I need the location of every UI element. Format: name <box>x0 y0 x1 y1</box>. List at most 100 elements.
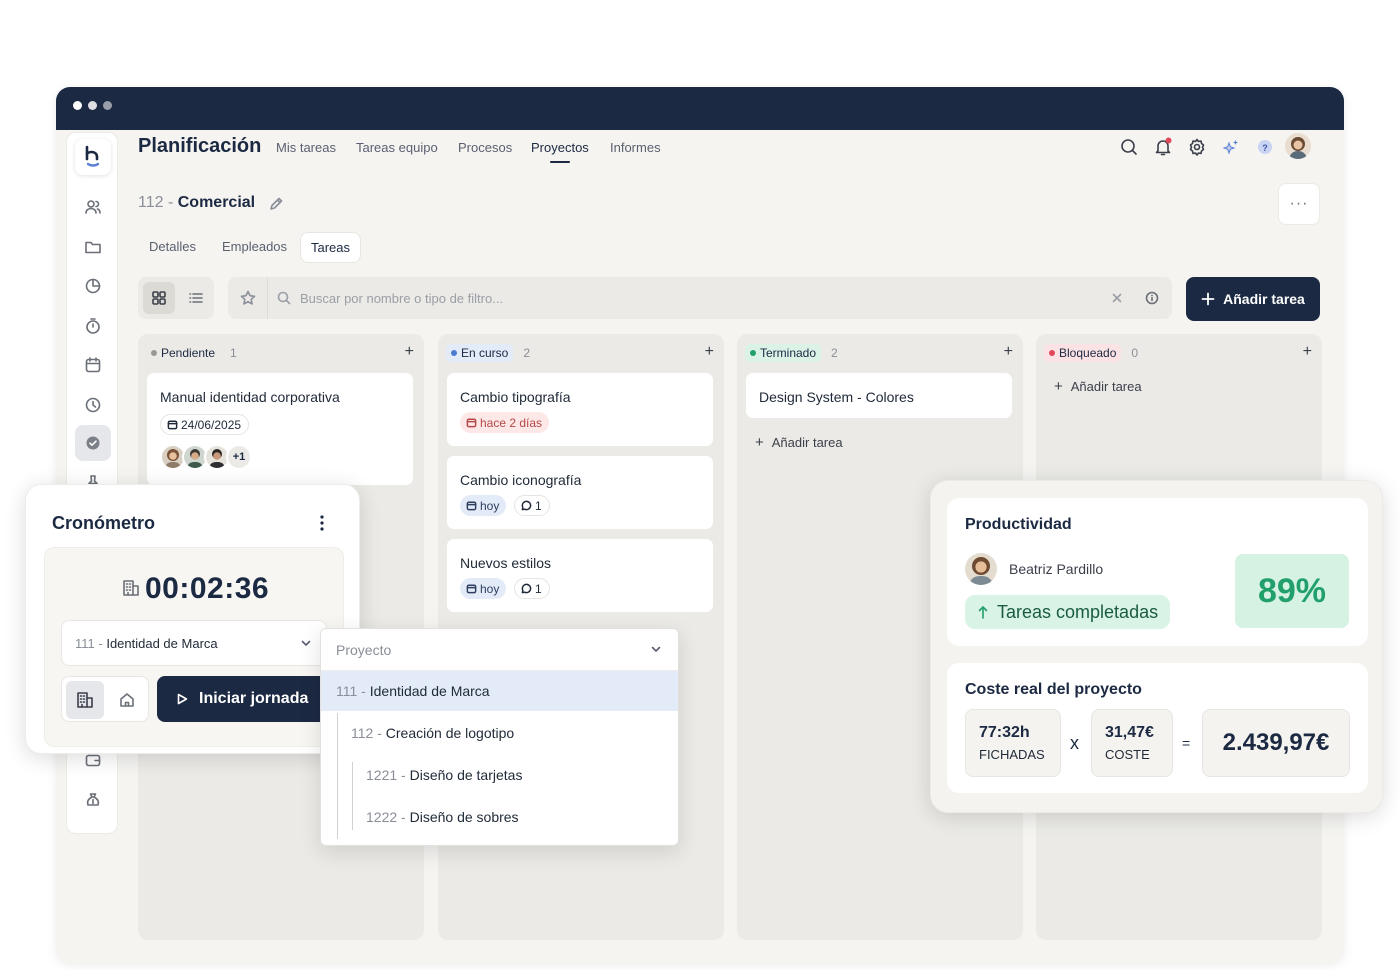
chevron-down-icon <box>650 643 662 655</box>
comments-count: 1 <box>535 581 542 596</box>
task-card[interactable]: Nuevos estilos hoy 1 <box>446 538 714 613</box>
project-cost-card: Coste real del proyecto 77:32h FICHADAS … <box>947 663 1368 793</box>
bell-icon[interactable] <box>1153 137 1173 157</box>
rate-label: COSTE <box>1105 747 1150 762</box>
nav-informes[interactable]: Informes <box>610 140 661 155</box>
star-icon[interactable] <box>228 277 268 319</box>
project-separator: - <box>163 194 178 211</box>
column-status-label: Terminado <box>760 346 817 360</box>
task-card[interactable]: Design System - Colores <box>745 372 1013 419</box>
status-badge: Terminado <box>745 344 822 362</box>
extra-assignees-badge[interactable]: +1 <box>226 444 252 470</box>
user-name: Beatriz Pardillo <box>1009 561 1104 577</box>
task-title: Design System - Colores <box>759 389 914 405</box>
due-date-badge: 24/06/2025 <box>160 414 250 435</box>
money-bag-icon[interactable] <box>81 788 105 812</box>
hours-label: FICHADAS <box>979 747 1045 762</box>
home-mode-icon[interactable] <box>108 681 146 719</box>
add-card-icon[interactable]: + <box>1303 344 1312 360</box>
due-date-text: hace 2 días <box>480 415 543 430</box>
logo[interactable] <box>75 139 111 175</box>
project-name: Comercial <box>177 194 256 211</box>
nav-procesos[interactable]: Procesos <box>458 140 512 155</box>
pie-chart-icon[interactable] <box>81 274 105 298</box>
sparkles-icon[interactable] <box>1221 137 1241 157</box>
add-task-link-label: Añadir tarea <box>771 435 843 450</box>
plus-icon <box>1201 292 1215 306</box>
list-view-icon[interactable] <box>180 282 212 314</box>
dropdown-header[interactable]: Proyecto <box>321 629 678 671</box>
add-task-link[interactable]: + Añadir tarea <box>755 434 843 451</box>
rate-value: 31,47€ <box>1105 724 1154 741</box>
nav-proyectos[interactable]: Proyectos <box>531 140 589 155</box>
search-icon[interactable] <box>1119 137 1139 157</box>
comment-icon <box>521 583 532 594</box>
comments-badge: 1 <box>514 578 550 599</box>
comment-icon <box>521 500 532 511</box>
nav-mis-tareas[interactable]: Mis tareas <box>276 140 336 155</box>
folder-icon[interactable] <box>81 235 105 259</box>
tab-detalles[interactable]: Detalles <box>139 232 206 261</box>
productividad-widget: Productividad Beatriz Pardillo Tareas co… <box>930 480 1383 813</box>
edit-icon[interactable] <box>268 196 284 212</box>
project-number: 112 <box>138 194 164 211</box>
nav-tareas-equipo[interactable]: Tareas equipo <box>356 140 438 155</box>
project-title: 112 - Comercial <box>138 194 255 212</box>
clear-icon[interactable] <box>1110 291 1124 305</box>
add-task-link[interactable]: + Añadir tarea <box>1054 378 1142 395</box>
dropdown-option[interactable]: 1221 - Diseño de tarjetas <box>321 755 678 795</box>
cronometro-panel: 00:02:36 111 - Identidad de Marca Inicia… <box>44 547 357 747</box>
task-title: Cambio iconografía <box>460 472 582 488</box>
calendar-icon <box>466 418 477 428</box>
calendar-icon <box>466 501 477 511</box>
task-card[interactable]: Cambio iconografía hoy 1 <box>446 455 714 530</box>
clock-history-icon[interactable] <box>81 393 105 417</box>
info-icon[interactable] <box>1144 290 1160 306</box>
status-badge: Pendiente <box>146 344 220 362</box>
add-card-icon[interactable]: + <box>705 344 714 360</box>
due-date-text: hoy <box>480 581 500 596</box>
dropdown-placeholder: Proyecto <box>336 642 392 658</box>
help-icon[interactable]: ? <box>1255 137 1275 157</box>
kebab-menu-icon[interactable] <box>318 513 326 533</box>
more-options-button[interactable]: ··· <box>1278 183 1320 225</box>
svg-text:?: ? <box>1262 143 1268 153</box>
search-input[interactable] <box>300 277 1100 319</box>
task-title: Nuevos estilos <box>460 555 552 571</box>
task-title: Manual identidad corporativa <box>160 389 340 405</box>
dropdown-option[interactable]: 111 - Identidad de Marca <box>321 671 678 711</box>
status-dot <box>750 350 756 356</box>
column-status-label: Bloqueado <box>1059 346 1117 360</box>
status-badge: En curso <box>446 344 514 362</box>
add-task-button[interactable]: Añadir tarea <box>1186 277 1320 321</box>
due-date-text: hoy <box>480 498 500 513</box>
window-close-dot[interactable] <box>73 101 82 110</box>
task-card[interactable]: Manual identidad corporativa 24/06/2025 … <box>146 372 414 486</box>
timer-icon[interactable] <box>81 314 105 338</box>
plus-icon: + <box>1054 378 1063 395</box>
window-titlebar <box>56 87 1344 130</box>
tab-tareas[interactable]: Tareas <box>300 232 362 263</box>
gear-icon[interactable] <box>1187 137 1207 157</box>
total-cost: 2.439,97€ <box>1202 709 1350 777</box>
column-status-label: Pendiente <box>161 346 216 360</box>
work-mode-toggle <box>61 676 149 722</box>
add-card-icon[interactable]: + <box>405 344 414 360</box>
avatar[interactable] <box>1285 133 1311 159</box>
window-maximize-dot[interactable] <box>103 101 112 110</box>
project-select[interactable]: 111 - Identidad de Marca <box>61 620 327 666</box>
check-circle-icon[interactable] <box>75 425 111 461</box>
add-card-icon[interactable]: + <box>1004 344 1013 360</box>
office-mode-icon[interactable] <box>66 681 104 719</box>
window-minimize-dot[interactable] <box>88 101 97 110</box>
grid-view-icon[interactable] <box>143 282 175 314</box>
dropdown-option[interactable]: 1222 - Diseño de sobres <box>321 797 678 837</box>
dropdown-option[interactable]: 112 - Creación de logotipo <box>321 713 678 753</box>
tab-empleados[interactable]: Empleados <box>212 232 297 261</box>
calendar-icon[interactable] <box>81 353 105 377</box>
search-field-icon <box>276 290 292 306</box>
status-dot <box>451 350 457 356</box>
task-card[interactable]: Cambio tipografía hace 2 días <box>446 372 714 447</box>
option-name: Diseño de tarjetas <box>409 767 523 783</box>
users-icon[interactable] <box>81 195 105 219</box>
